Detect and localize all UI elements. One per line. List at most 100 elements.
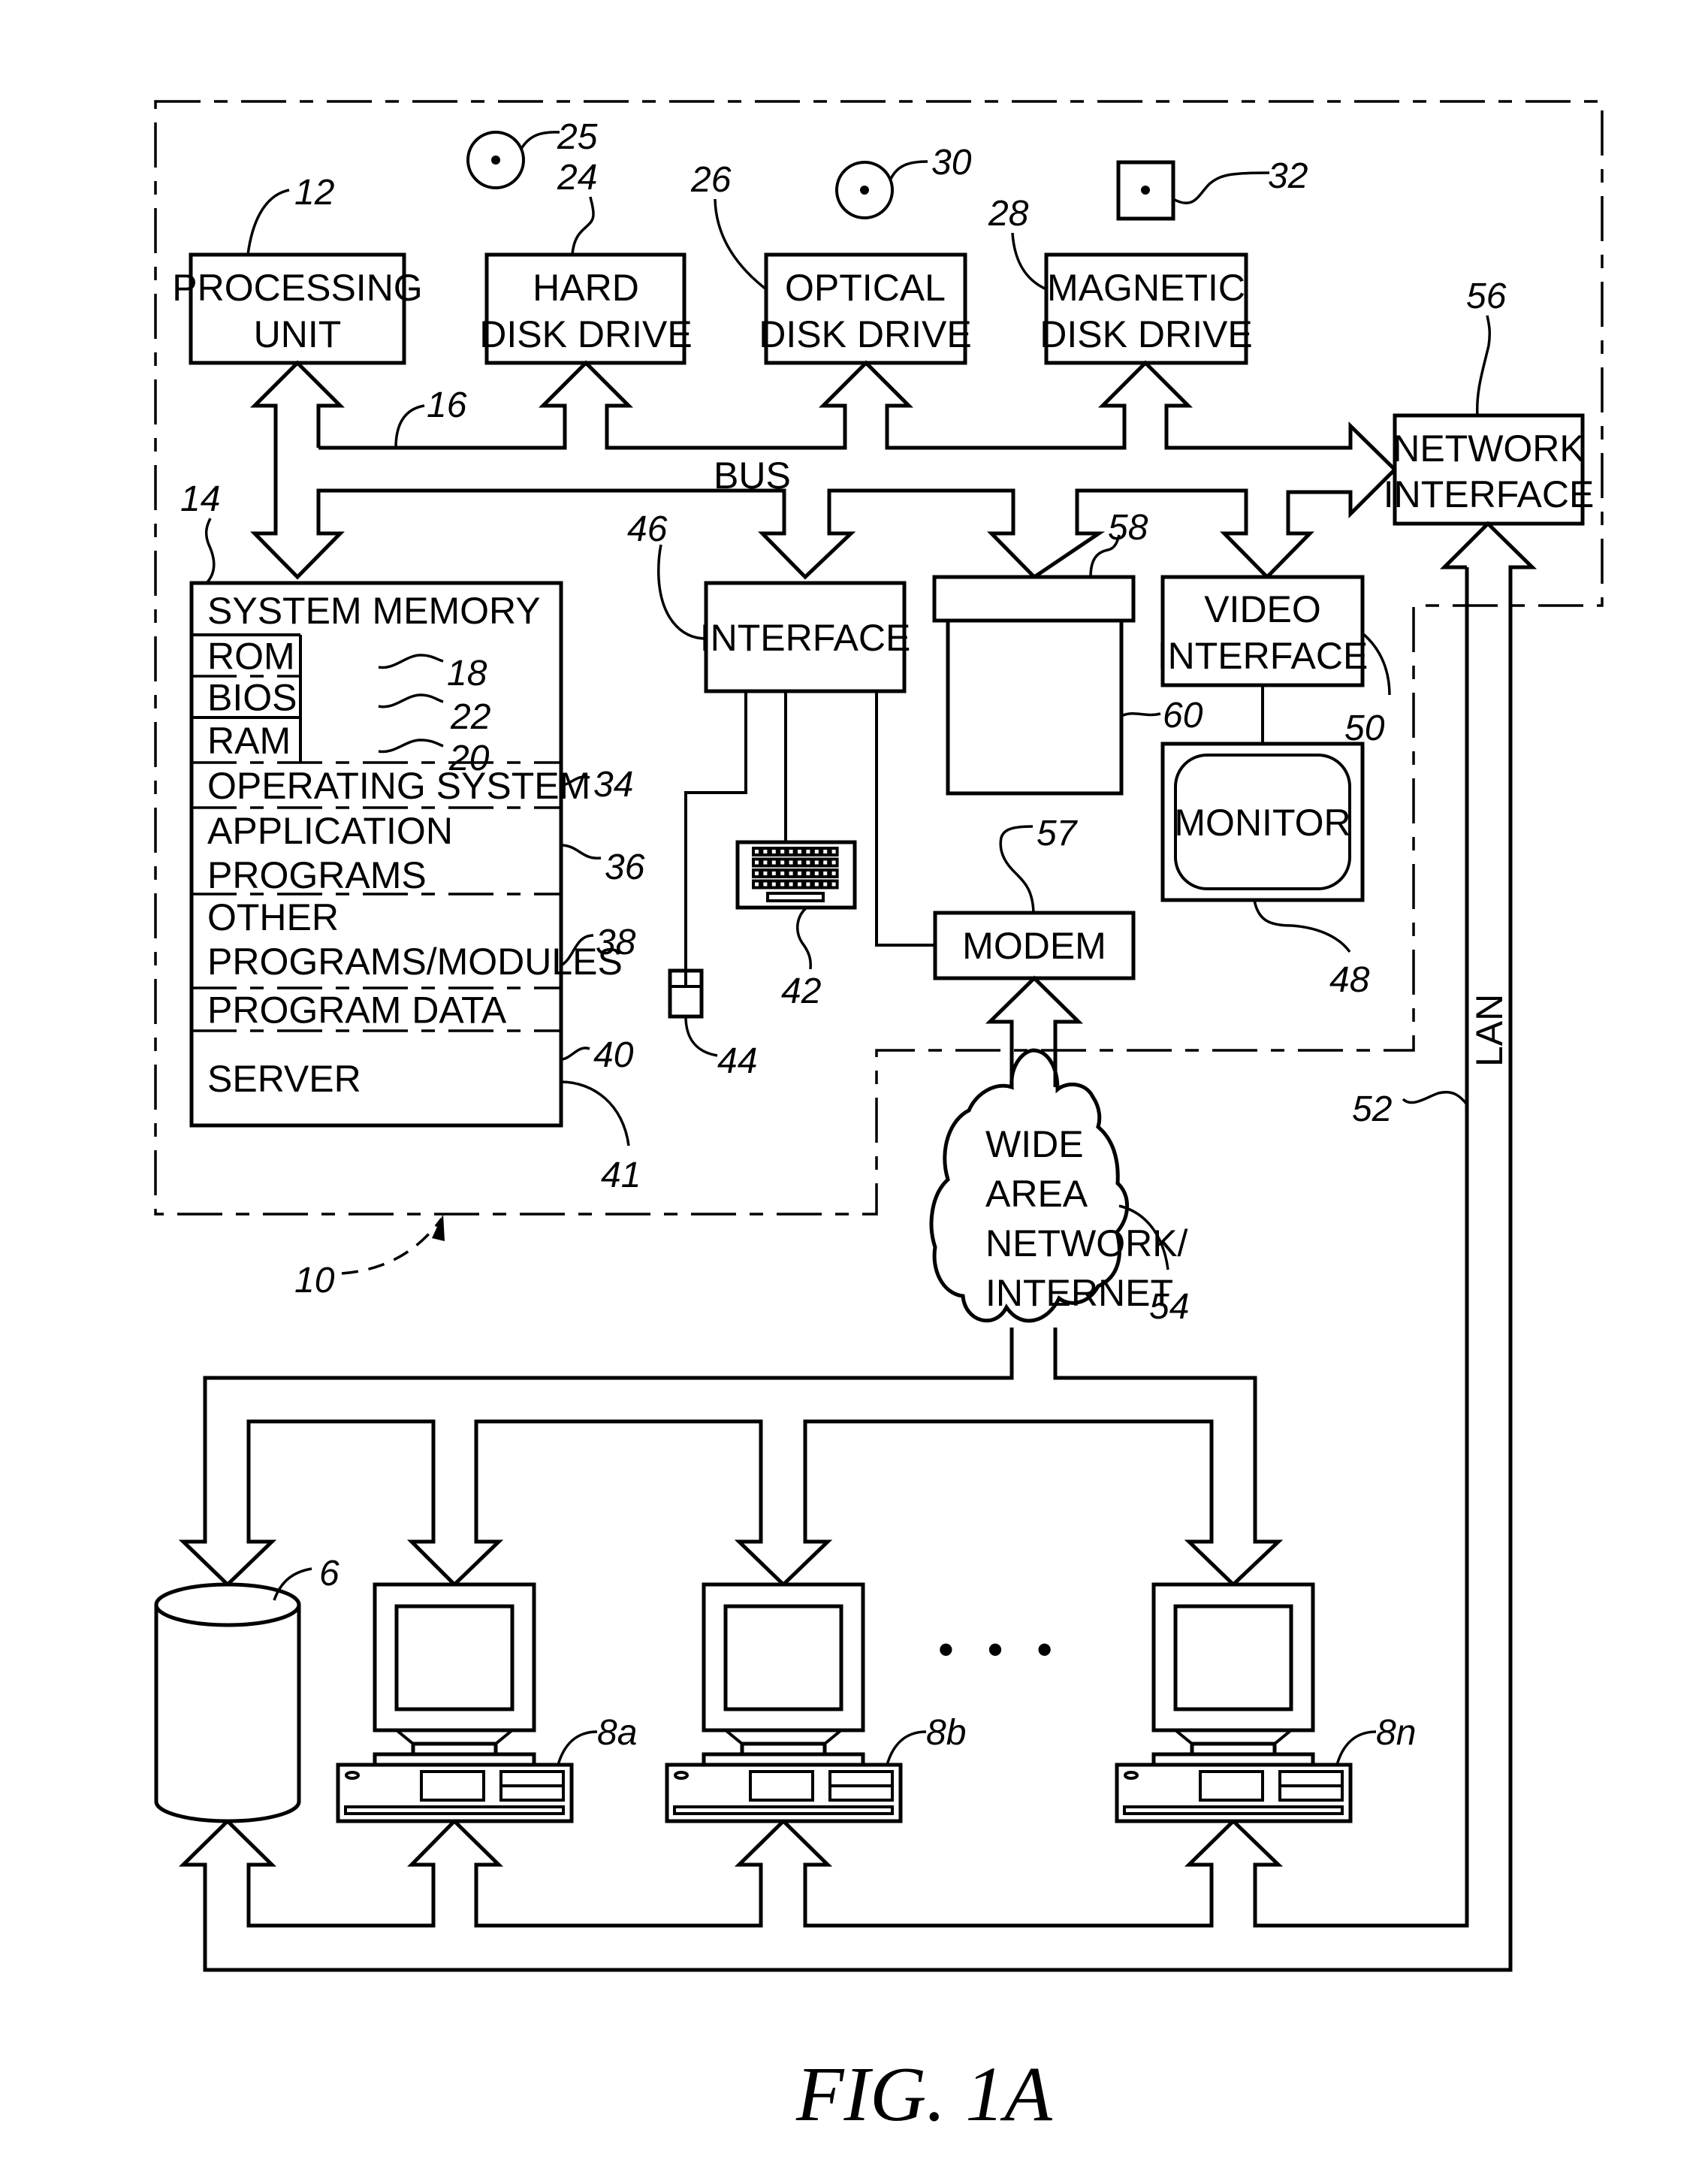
leader-8n xyxy=(1335,1730,1377,1766)
ref-lan: 52 xyxy=(1352,1089,1392,1129)
leader-12 xyxy=(246,189,290,255)
leader-41 xyxy=(560,1080,630,1146)
ref-memory-row: 34 xyxy=(593,765,633,805)
wan-label-line: NETWORK/ xyxy=(985,1222,1188,1264)
leader-36 xyxy=(560,844,602,859)
ref-interface: 46 xyxy=(627,509,668,549)
video-interface-label-2: INTERFACE xyxy=(1157,635,1369,677)
optical-disk-drive[interactable]: OPTICAL DISK DRIVE xyxy=(759,252,972,365)
bus-arrow-processing xyxy=(249,360,346,491)
memory-row-label: SERVER xyxy=(207,1058,361,1100)
hard-disk-drive[interactable]: HARD DISK DRIVE xyxy=(479,252,693,365)
client-computer-8n[interactable]: 8n xyxy=(1115,1582,1416,1823)
leader-28 xyxy=(1011,232,1047,291)
leader-56 xyxy=(1475,315,1491,416)
leader-16 xyxy=(394,404,425,449)
ref-network-interface: 56 xyxy=(1466,276,1507,316)
memory-row-label: ROM xyxy=(207,636,295,678)
figure-caption: FIG. 1A xyxy=(795,2051,1052,2137)
ref-memory-row: 41 xyxy=(601,1155,641,1195)
system-bus xyxy=(249,360,1398,580)
video-interface-label-1: VIDEO xyxy=(1204,588,1321,630)
bus-label: BUS xyxy=(714,455,791,497)
leader-8b xyxy=(886,1730,927,1766)
leader-46 xyxy=(657,544,707,640)
leader-44 xyxy=(684,1016,718,1057)
hdd-label-2: DISK DRIVE xyxy=(479,313,692,355)
storage-device[interactable] xyxy=(932,575,1136,796)
memory-row-label: BIOS xyxy=(207,677,297,719)
magnetic-disk-drive[interactable]: MAGNETIC DISK DRIVE xyxy=(1040,252,1253,365)
optical-disk-media-icon xyxy=(835,161,894,219)
modem-cable xyxy=(875,691,935,947)
network-interface[interactable]: NETWORK INTERFACE xyxy=(1384,413,1595,526)
floppy-disk-media-icon xyxy=(1116,160,1175,221)
memory-row-program-data[interactable]: PROGRAM DATA xyxy=(192,989,561,1032)
ref-client-computer: 8a xyxy=(597,1713,637,1753)
keyboard-icon xyxy=(735,840,857,910)
memory-row-operating-system[interactable]: OPERATING SYSTEM xyxy=(192,765,590,809)
monitor-label: MONITOR xyxy=(1174,802,1350,844)
client-computers: 8a 8b 8n xyxy=(336,1582,1416,1823)
ref-server-computer: 10 xyxy=(294,1261,335,1300)
odd-label-1: OPTICAL xyxy=(785,267,946,309)
monitor[interactable]: MONITOR xyxy=(1160,742,1365,902)
leader-40 xyxy=(560,1047,590,1061)
modem[interactable]: MODEM xyxy=(933,911,1136,980)
ref-memory-row: 40 xyxy=(593,1035,634,1075)
leader-60 xyxy=(1121,712,1161,717)
interface[interactable]: INTERFACE xyxy=(700,581,911,693)
memory-row-label: PROGRAM DATA xyxy=(207,989,507,1032)
leader-26 xyxy=(714,198,768,291)
memory-row-rom[interactable]: ROM xyxy=(192,633,302,678)
memory-row-label: RAM xyxy=(207,720,291,762)
ref-bus: 16 xyxy=(427,385,467,425)
client-computer-8a[interactable]: 8a xyxy=(336,1582,637,1823)
bus-outline xyxy=(250,360,1398,580)
video-interface[interactable]: VIDEO INTERFACE xyxy=(1157,575,1369,687)
leader-52 xyxy=(1402,1091,1468,1106)
modem-label: MODEM xyxy=(962,925,1106,967)
ref-mouse: 44 xyxy=(717,1041,757,1081)
ref-storage-lid: 58 xyxy=(1108,508,1148,548)
mdd-label-2: DISK DRIVE xyxy=(1040,313,1252,355)
processing-unit-label-2: UNIT xyxy=(254,313,342,355)
ref-memory-row: 18 xyxy=(447,654,487,693)
processing-unit-label-1: PROCESSING xyxy=(172,267,422,309)
wan-label-line: INTERNET xyxy=(985,1272,1173,1314)
hard-disk-media-icon xyxy=(466,131,525,189)
mouse-cable xyxy=(684,691,747,971)
odd-label-2: DISK DRIVE xyxy=(759,313,971,355)
database-icon[interactable] xyxy=(154,1582,301,1823)
network-interface-label-2: INTERFACE xyxy=(1384,473,1595,515)
ref-memory-row: 22 xyxy=(450,697,490,737)
memory-row-server[interactable]: SERVER xyxy=(207,1058,361,1100)
monitor-neck xyxy=(724,1729,843,1745)
ref-odd: 26 xyxy=(690,160,732,200)
interface-label: INTERFACE xyxy=(700,617,911,659)
ref-processing-unit: 12 xyxy=(294,173,334,213)
client-computer-8b[interactable]: 8b xyxy=(665,1582,966,1823)
memory-row-label-2: PROGRAMS xyxy=(207,854,427,896)
memory-row-label: OPERATING SYSTEM xyxy=(207,765,590,807)
ref-modem: 57 xyxy=(1037,814,1079,853)
ref-storage-body: 60 xyxy=(1163,696,1203,736)
wan-label-line: AREA xyxy=(985,1173,1088,1215)
leader-25 xyxy=(520,131,560,150)
monitor-neck xyxy=(395,1729,514,1745)
system-memory-title: SYSTEM MEMORY xyxy=(207,590,541,632)
server-pointer-arrowhead xyxy=(432,1214,445,1241)
leader-32 xyxy=(1172,171,1270,204)
ref-monitor: 48 xyxy=(1329,960,1370,1000)
ref-memory-row: 36 xyxy=(605,847,645,887)
memory-row-bios[interactable]: BIOS xyxy=(192,676,302,719)
ref-wan: 54 xyxy=(1149,1287,1189,1327)
mdd-label-1: MAGNETIC xyxy=(1047,267,1245,309)
ref-keyboard: 42 xyxy=(781,971,821,1011)
ref-client-computer: 8b xyxy=(926,1713,966,1753)
ellipsis: • • • xyxy=(938,1624,1063,1675)
ref-memory-row: 38 xyxy=(596,923,636,962)
processing-unit[interactable]: PROCESSING UNIT xyxy=(172,252,423,365)
hdd-label-1: HARD xyxy=(533,267,639,309)
memory-row-label-2: PROGRAMS/MODULES xyxy=(207,941,623,983)
